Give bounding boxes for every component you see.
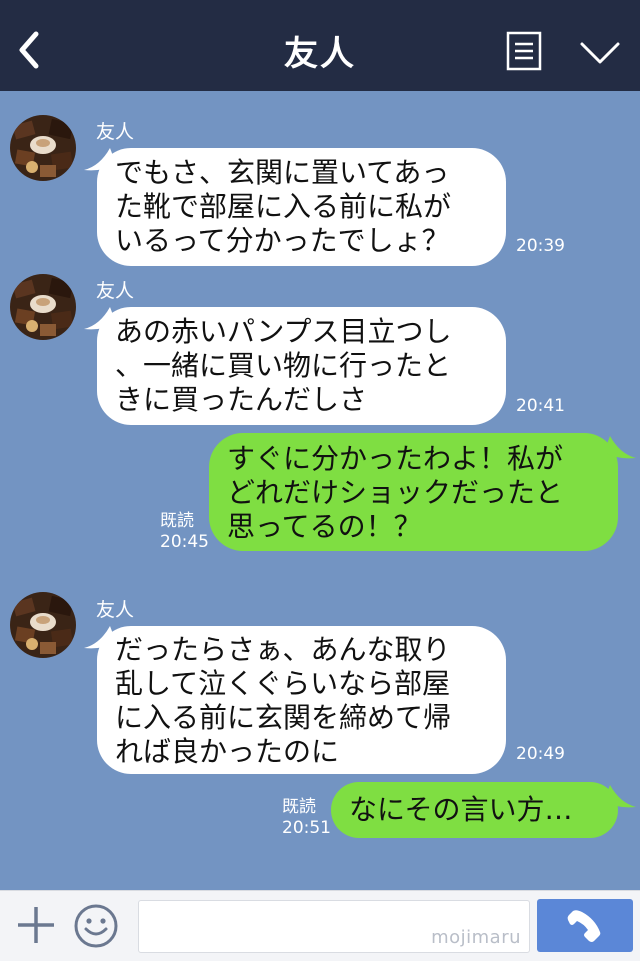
call-button[interactable] [537,899,633,952]
sender-name: 友人 [96,280,135,302]
message-input[interactable]: mojimaru [138,900,530,953]
bubble-tail [604,436,636,459]
plus-icon[interactable] [16,905,56,945]
smiley-icon[interactable] [73,903,119,949]
message-time: 20:41 [516,396,565,416]
chocolates-avatar-icon [10,592,76,658]
sender-name: 友人 [96,121,135,143]
phone-icon [567,910,601,942]
message-bubble[interactable]: だったらさぁ、あんな取り 乱して泣くぐらいなら部屋 に入る前に玄関を締めて帰 れ… [97,626,506,774]
message-bubble[interactable]: すぐに分かったわよ！私が どれだけショックだったと 思ってるの！？ [209,433,618,551]
avatar[interactable] [10,274,76,340]
message-input-bar: mojimaru [0,890,640,961]
avatar[interactable] [10,115,76,181]
read-receipt: 既読 [282,797,316,817]
message-time: 20:45 [160,532,209,552]
message-bubble[interactable]: でもさ、玄関に置いてあっ た靴で部屋に入る前に私が いるって分かったでしょ？ [97,148,506,266]
chat-title: 友人 [284,34,356,74]
chat-header: 友人 [0,0,640,91]
message-time: 20:49 [516,744,565,764]
menu-document-icon[interactable] [506,31,542,71]
message-bubble[interactable]: なにその言い方… [331,782,618,838]
read-receipt: 既読 [160,511,194,531]
chocolates-avatar-icon [10,115,76,181]
avatar[interactable] [10,592,76,658]
chevron-down-icon[interactable] [579,40,621,66]
message-bubble[interactable]: あの赤いパンプス目立つし 、一緒に買い物に行ったと きに買ったんだしさ [97,307,506,425]
message-time: 20:51 [282,818,331,838]
watermark: mojimaru [431,927,521,948]
chocolates-avatar-icon [10,274,76,340]
sender-name: 友人 [96,599,135,621]
bubble-tail [604,785,636,808]
message-time: 20:39 [516,236,565,256]
